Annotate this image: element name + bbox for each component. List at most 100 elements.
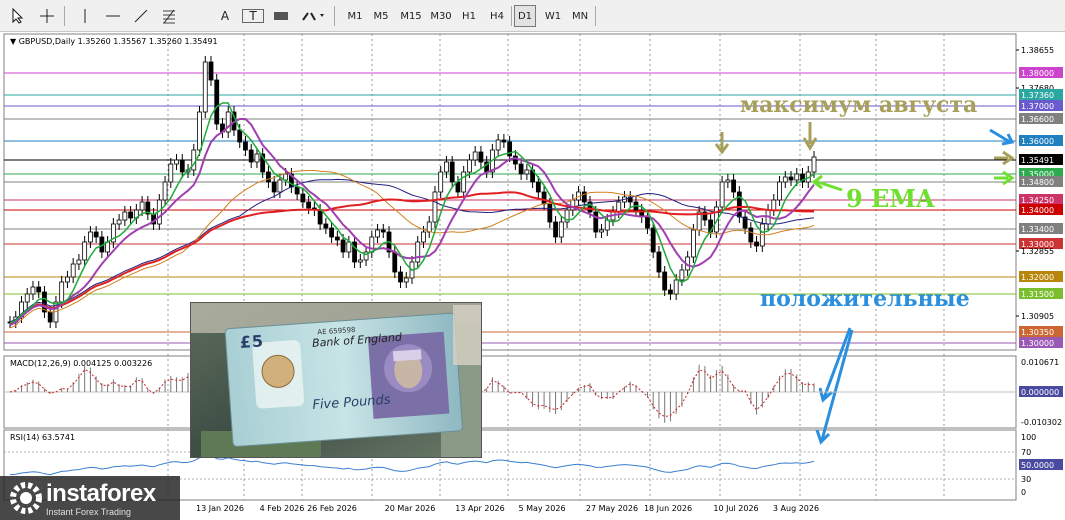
candle-body-30	[179, 159, 185, 173]
price-label-17: 1.30905	[1021, 312, 1054, 321]
rectangle-label-icon[interactable]	[270, 5, 292, 27]
candle-body-95	[553, 221, 558, 238]
candle-body-41	[243, 141, 248, 151]
candle-body-69	[403, 277, 409, 283]
candle-body-54	[317, 209, 323, 225]
candle-body-93	[541, 191, 547, 205]
candle-body-137	[794, 173, 800, 181]
price-label-16: 1.31500	[1021, 290, 1054, 299]
candle-body-130	[754, 241, 759, 247]
fibonacci-icon[interactable]	[158, 5, 180, 27]
brand-name: instaforex	[46, 480, 156, 507]
timeframe-w1[interactable]: W1	[542, 5, 564, 27]
horizontal-line-icon[interactable]	[102, 5, 124, 27]
timeframe-m15[interactable]: M15	[398, 5, 424, 27]
candle-body-104	[604, 219, 610, 231]
candle-body-36	[214, 79, 220, 125]
candle-body-116	[673, 279, 679, 295]
arrow-aug-1	[714, 132, 730, 155]
candle-body-82	[478, 151, 484, 163]
candle-body-7	[47, 311, 53, 323]
candle-body-115	[668, 289, 673, 295]
arrow-olive-right	[994, 150, 1015, 166]
candle-body-71	[415, 241, 421, 263]
candle-body-126	[731, 179, 736, 193]
timeframe-h1[interactable]: H1	[458, 5, 480, 27]
timeframe-m30[interactable]: M30	[428, 5, 454, 27]
cursor-icon[interactable]	[6, 5, 28, 27]
candle-body-102	[593, 211, 599, 233]
candle-body-72	[421, 231, 426, 243]
candle-body-77	[449, 161, 455, 183]
date-label-1: 4 Feb 2026	[260, 504, 305, 513]
candle-body-124	[719, 181, 725, 208]
candle-body-47	[277, 179, 283, 193]
candle-body-21	[128, 211, 134, 219]
price-label-14: 1.32855	[1021, 247, 1054, 256]
candle-body-12	[76, 259, 82, 265]
price-label-19: 1.30000	[1021, 339, 1054, 348]
timeframe-mn[interactable]: MN	[568, 5, 592, 27]
text-label-tool-button[interactable]: T	[242, 9, 264, 23]
date-label-2: 26 Feb 2026	[307, 504, 357, 513]
timeframe-m1[interactable]: M1	[344, 5, 366, 27]
annotation-august-max: максимум августа	[740, 92, 978, 118]
price-label-7: 1.35491	[1021, 156, 1054, 165]
candle-body-76	[444, 161, 449, 173]
arrow-ema	[811, 174, 843, 192]
date-label-6: 27 May 2026	[586, 504, 638, 513]
banknote-denomination: 5	[251, 331, 263, 351]
vertical-line-icon[interactable]	[74, 5, 96, 27]
crosshair-icon[interactable]	[36, 5, 58, 27]
arrows-menu-icon[interactable]	[300, 5, 328, 27]
candle-body-129	[748, 227, 754, 243]
candle-body-58	[340, 239, 346, 253]
candle-body-64	[375, 229, 380, 238]
toolbar: A T M1 M5 M15 M30 H1 H4 D1 W1 MN	[0, 0, 1065, 32]
trendline-icon[interactable]	[130, 5, 152, 27]
price-label-6: 1.36000	[1021, 137, 1054, 146]
macd-title: MACD(12,26,9) 0.004125 0.003226	[10, 359, 152, 368]
candle-body-119	[691, 229, 696, 258]
date-label-7: 18 Jun 2026	[644, 504, 692, 513]
instaforex-logo: instaforex Instant Forex Trading	[0, 476, 180, 520]
date-label-9: 3 Aug 2026	[773, 504, 819, 513]
candle-body-33	[197, 111, 202, 151]
macd-label-1: 0.000000	[1021, 388, 1059, 397]
candle-body-56	[329, 227, 335, 238]
rsi-label-1: 70	[1021, 448, 1031, 457]
candle-body-75	[438, 171, 444, 193]
candle-body-133	[771, 199, 777, 211]
candle-body-94	[547, 203, 553, 223]
arrow-aug-2	[802, 122, 818, 151]
candle-body-46	[271, 181, 277, 193]
candle-body-23	[139, 201, 145, 211]
candle-body-3	[24, 293, 30, 303]
candle-body-29	[174, 159, 179, 165]
text-tool-button[interactable]: A	[214, 5, 236, 27]
candle-body-112	[650, 227, 656, 253]
timeframe-m5[interactable]: M5	[370, 5, 392, 27]
candle-body-34	[202, 61, 208, 113]
rsi-label-4: 0	[1021, 488, 1026, 497]
price-label-10: 1.34250	[1021, 196, 1054, 205]
date-label-3: 20 Mar 2026	[385, 504, 436, 513]
timeframe-d1[interactable]: D1	[514, 5, 536, 27]
price-label-12: 1.33400	[1021, 225, 1054, 234]
candle-body-13	[82, 241, 88, 261]
timeframe-h4[interactable]: H4	[486, 5, 508, 27]
candle-body-96	[558, 221, 564, 238]
price-label-1: 1.38000	[1021, 69, 1054, 78]
candle-body-106	[616, 201, 622, 213]
rsi-label-3: 30	[1021, 475, 1031, 484]
candle-body-103	[599, 229, 604, 233]
candle-body-88	[512, 155, 518, 165]
candle-body-81	[472, 151, 478, 161]
candle-body-40	[237, 129, 243, 143]
candle-body-134	[777, 181, 782, 201]
price-label-5: 1.36600	[1021, 115, 1054, 124]
candle-body-51	[300, 193, 306, 203]
annotation-positive: положительные	[760, 286, 970, 312]
candle-body-85	[495, 139, 501, 151]
symbol-info: ▼ GBPUSD,Daily 1.35260 1.35567 1.35260 1…	[10, 37, 218, 46]
